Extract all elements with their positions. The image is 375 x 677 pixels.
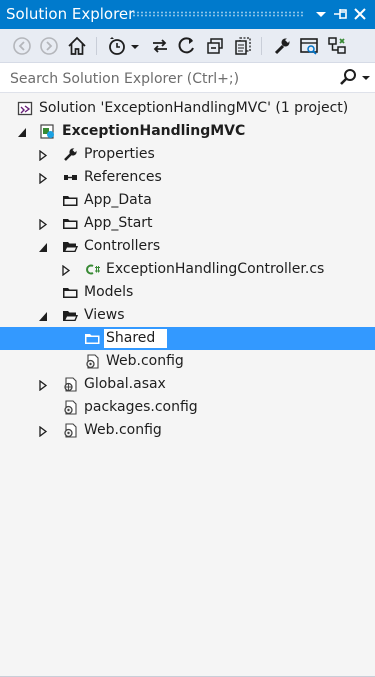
tree-item-label: Solution 'ExceptionHandlingMVC' (1 proje… (39, 100, 349, 116)
tree-item-solution[interactable]: Solution 'ExceptionHandlingMVC' (1 proje… (0, 97, 375, 120)
preview-icon[interactable] (298, 35, 320, 57)
search-input[interactable] (8, 67, 332, 90)
toolbar-separator (96, 37, 97, 55)
search-options-dropdown-icon[interactable] (360, 70, 372, 86)
tree-item-root-webconfig[interactable]: Web.config (0, 419, 375, 442)
tree-item-controllers[interactable]: Controllers (0, 235, 375, 258)
tree-item-label: Global.asax (84, 376, 166, 392)
tree-item-models[interactable]: Models (0, 281, 375, 304)
tree-item-label: App_Data (84, 192, 152, 208)
references-icon (62, 169, 79, 186)
auto-hide-pin-icon[interactable] (331, 4, 349, 24)
tree-item-label: ExceptionHandlingMVC (62, 123, 246, 139)
config-file-icon (62, 422, 79, 439)
panel-title: Solution Explorer (6, 5, 135, 23)
expand-arrow-icon[interactable] (38, 149, 48, 162)
panel-title-bar: Solution Explorer (0, 0, 375, 29)
csharp-file-icon (85, 261, 102, 278)
solution-icon (17, 100, 34, 117)
tree-item-shared[interactable]: Shared (0, 327, 375, 350)
tree-item-label: References (84, 169, 162, 185)
tree-item-views[interactable]: Views (0, 304, 375, 327)
tree-item-label: Views (84, 307, 125, 323)
tree-item-label: Web.config (84, 422, 162, 438)
expand-arrow-icon[interactable] (38, 425, 48, 438)
toolbar (0, 29, 375, 63)
tree-item-views-webconfig[interactable]: Web.config (0, 350, 375, 373)
view-class-diagram-icon[interactable] (326, 35, 348, 57)
properties-icon[interactable] (271, 35, 293, 57)
back-icon[interactable] (11, 35, 33, 57)
open-folder-icon (62, 307, 79, 324)
folder-icon (62, 192, 79, 209)
wrench-icon (62, 146, 79, 163)
collapse-all-icon[interactable] (204, 35, 226, 57)
refresh-icon[interactable] (176, 35, 198, 57)
window-position-dropdown-icon[interactable] (312, 4, 330, 24)
solution-tree: Solution 'ExceptionHandlingMVC' (1 proje… (0, 93, 375, 677)
tree-item-global-asax[interactable]: Global.asax (0, 373, 375, 396)
expand-arrow-icon[interactable] (61, 264, 71, 277)
tree-item-app-data[interactable]: App_Data (0, 189, 375, 212)
close-icon[interactable] (351, 4, 369, 24)
folder-icon (62, 215, 79, 232)
tree-item-references[interactable]: References (0, 166, 375, 189)
collapse-arrow-icon[interactable] (17, 126, 27, 137)
folder-icon (62, 284, 79, 301)
expand-arrow-icon[interactable] (38, 379, 48, 392)
collapse-arrow-icon[interactable] (38, 310, 48, 321)
tree-item-properties[interactable]: Properties (0, 143, 375, 166)
config-file-icon (62, 399, 79, 416)
pending-changes-dropdown-icon[interactable] (129, 35, 141, 57)
expand-arrow-icon[interactable] (38, 218, 48, 231)
pending-changes-icon[interactable] (106, 35, 128, 57)
forward-icon[interactable] (38, 35, 60, 57)
sync-with-document-icon[interactable] (149, 35, 171, 57)
tree-item-project[interactable]: ExceptionHandlingMVC (0, 120, 375, 143)
tree-item-label: Models (84, 284, 134, 300)
search-icon[interactable] (338, 68, 358, 88)
tree-item-controller-file[interactable]: ExceptionHandlingController.cs (0, 258, 375, 281)
search-box (0, 63, 375, 93)
config-file-icon (84, 353, 101, 370)
tree-item-label: Controllers (84, 238, 161, 254)
tree-item-packages-config[interactable]: packages.config (0, 396, 375, 419)
show-all-files-icon[interactable] (232, 35, 254, 57)
tree-item-label: ExceptionHandlingController.cs (106, 261, 325, 277)
toolbar-separator (261, 37, 262, 55)
tree-item-label: Web.config (106, 353, 184, 369)
tree-item-label: App_Start (84, 215, 153, 231)
open-folder-icon (62, 238, 79, 255)
tree-item-label: Properties (84, 146, 155, 162)
drag-grip[interactable] (132, 11, 304, 17)
tree-item-app-start[interactable]: App_Start (0, 212, 375, 235)
home-icon[interactable] (66, 35, 88, 57)
web-project-icon (39, 123, 56, 140)
expand-arrow-icon[interactable] (38, 172, 48, 185)
tree-item-label: packages.config (84, 399, 198, 415)
folder-icon (84, 330, 101, 347)
rename-input[interactable]: Shared (103, 328, 169, 349)
collapse-arrow-icon[interactable] (38, 241, 48, 252)
global-asax-icon (62, 376, 79, 393)
